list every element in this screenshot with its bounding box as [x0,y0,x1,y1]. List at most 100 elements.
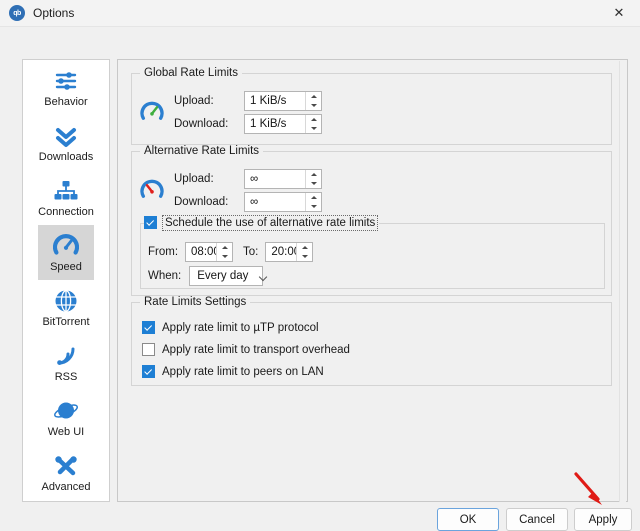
global-upload-row: Upload: 1 KiB/s [174,91,322,111]
alt-download-value: ∞ [245,193,305,211]
gauge-red-icon [140,178,164,202]
spin-down-icon[interactable] [217,252,232,261]
window-title: Options [33,6,74,20]
global-download-spinbox[interactable]: 1 KiB/s [244,114,322,134]
sidebar-item-label: BitTorrent [42,316,89,329]
spinner-buttons[interactable] [305,170,321,188]
schedule-from-spinbox[interactable]: 08:00 [185,242,233,262]
settings-content-panel: Global Rate Limits Upload: 1 KiB/s [117,59,628,502]
sidebar-item-web-ui[interactable]: Web UI [38,390,94,445]
vertical-scrollbar[interactable] [619,61,626,502]
spin-down-icon[interactable] [306,202,321,211]
schedule-to-label: To: [243,246,258,258]
alt-upload-spinbox[interactable]: ∞ [244,169,322,189]
spinner-buttons[interactable] [216,243,232,261]
alt-upload-label: Upload: [174,173,244,185]
sidebar-item-label: Speed [50,261,82,274]
spin-down-icon[interactable] [297,252,312,261]
schedule-from-value: 08:00 [186,243,216,261]
spin-down-icon[interactable] [306,101,321,110]
dialog-body: Behavior Downloads [0,27,640,514]
group-title: Alternative Rate Limits [140,145,263,157]
spin-up-icon[interactable] [297,243,312,252]
schedule-time-row: From: 08:00 To: 20:00 [148,242,313,262]
title-bar: qb Options ✕ [0,0,640,27]
schedule-to-spinbox[interactable]: 20:00 [265,242,313,262]
close-icon[interactable]: ✕ [598,0,640,26]
settings-sidebar: Behavior Downloads [22,59,110,502]
sidebar-item-label: Advanced [42,481,91,494]
global-download-row: Download: 1 KiB/s [174,114,322,134]
alt-download-row: Download: ∞ [174,192,322,212]
spin-up-icon[interactable] [306,92,321,101]
schedule-to-value: 20:00 [266,243,296,261]
spin-up-icon[interactable] [306,170,321,179]
spin-up-icon[interactable] [306,115,321,124]
schedule-when-row: When: Every day [148,266,263,286]
global-upload-label: Upload: [174,95,244,107]
alt-download-label: Download: [174,196,244,208]
group-title: Global Rate Limits [140,67,242,79]
utp-protocol-checkbox[interactable] [142,321,155,334]
gauge-green-icon [140,100,164,124]
sidebar-item-bittorrent[interactable]: BitTorrent [38,280,94,335]
schedule-when-label: When: [148,270,181,282]
rate-limits-settings-group: Rate Limits Settings Apply rate limit to… [131,302,612,386]
sidebar-item-label: Web UI [48,426,84,439]
schedule-from-label: From: [148,246,178,258]
sidebar-item-behavior[interactable]: Behavior [38,60,94,115]
speedometer-icon [52,232,80,260]
transport-overhead-checkbox-row[interactable]: Apply rate limit to transport overhead [142,343,350,356]
sidebar-item-speed[interactable]: Speed [38,225,94,280]
qbittorrent-logo-icon: qb [9,5,25,21]
sidebar-item-label: Behavior [44,96,87,109]
transport-overhead-label: Apply rate limit to transport overhead [162,344,350,356]
utp-protocol-label: Apply rate limit to µTP protocol [162,322,319,334]
spin-down-icon[interactable] [306,124,321,133]
planet-icon [52,397,80,425]
globe-icon [52,287,80,315]
global-upload-spinbox[interactable]: 1 KiB/s [244,91,322,111]
global-upload-value: 1 KiB/s [245,92,305,110]
sidebar-item-label: Downloads [39,151,93,164]
global-download-value: 1 KiB/s [245,115,305,133]
alt-download-spinbox[interactable]: ∞ [244,192,322,212]
tools-icon [52,452,80,480]
spin-down-icon[interactable] [306,179,321,188]
schedule-checkbox-label: Schedule the use of alternative rate lim… [164,217,376,229]
schedule-checkbox[interactable] [144,216,157,229]
spin-up-icon[interactable] [217,243,232,252]
schedule-when-combobox[interactable]: Every day [189,266,263,286]
network-icon [52,177,80,205]
global-rate-limits-group: Global Rate Limits Upload: 1 KiB/s [131,73,612,145]
cancel-button[interactable]: Cancel [506,508,568,531]
peers-on-lan-checkbox-row[interactable]: Apply rate limit to peers on LAN [142,365,324,378]
transport-overhead-checkbox[interactable] [142,343,155,356]
schedule-checkbox-row[interactable]: Schedule the use of alternative rate lim… [144,216,379,229]
sidebar-item-advanced[interactable]: Advanced [38,445,94,500]
alt-upload-value: ∞ [245,170,305,188]
alternative-rate-limits-group: Alternative Rate Limits Upload: ∞ [131,151,612,296]
spinner-buttons[interactable] [305,115,321,133]
peers-on-lan-checkbox[interactable] [142,365,155,378]
schedule-when-value: Every day [197,270,248,282]
sliders-icon [52,67,80,95]
sidebar-item-downloads[interactable]: Downloads [38,115,94,170]
sidebar-item-connection[interactable]: Connection [38,170,94,225]
apply-button[interactable]: Apply [574,508,632,531]
rss-icon [52,342,80,370]
global-download-label: Download: [174,118,244,130]
spin-up-icon[interactable] [306,193,321,202]
group-title: Rate Limits Settings [140,296,250,308]
peers-on-lan-label: Apply rate limit to peers on LAN [162,366,324,378]
alt-upload-row: Upload: ∞ [174,169,322,189]
spinner-buttons[interactable] [305,92,321,110]
sidebar-item-rss[interactable]: RSS [38,335,94,390]
spinner-buttons[interactable] [305,193,321,211]
ok-button[interactable]: OK [437,508,499,531]
sidebar-item-label: RSS [55,371,78,384]
sidebar-item-label: Connection [38,206,94,219]
spinner-buttons[interactable] [296,243,312,261]
double-chevron-down-icon [52,122,80,150]
utp-protocol-checkbox-row[interactable]: Apply rate limit to µTP protocol [142,321,319,334]
